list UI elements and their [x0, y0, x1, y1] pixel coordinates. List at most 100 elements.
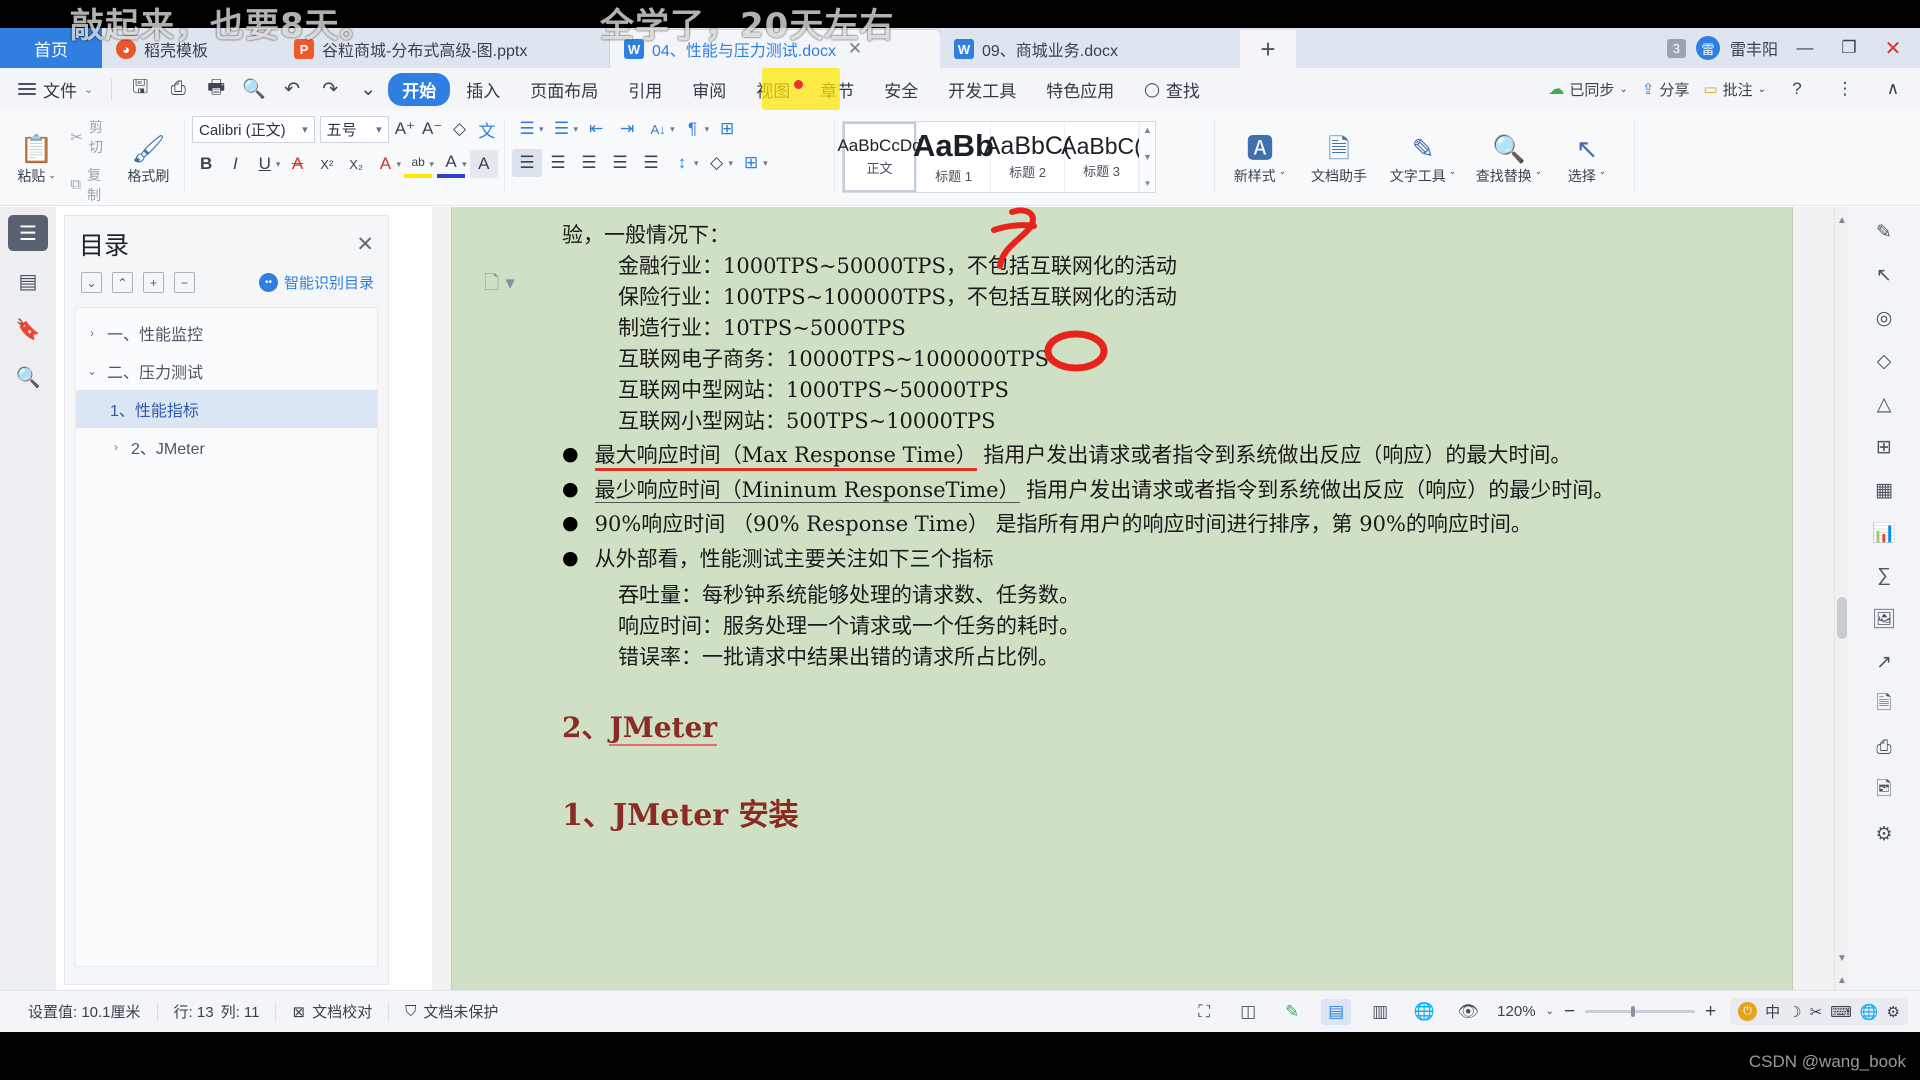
chevron-down-icon[interactable]: ▾	[429, 159, 434, 170]
ribbon-tab-developer-tools[interactable]: 开发工具	[934, 73, 1030, 106]
zoom-level-label[interactable]: 120%	[1497, 1003, 1535, 1020]
chevron-down-icon[interactable]: ▾	[462, 159, 467, 170]
increase-level-icon[interactable]: +	[143, 272, 164, 293]
toc-item-jmeter[interactable]: › 2、JMeter	[76, 428, 377, 466]
align-justify-icon[interactable]: ☰	[605, 149, 635, 177]
outline-pane-icon[interactable]: ☰	[8, 215, 48, 251]
prev-page-icon[interactable]: ▲	[1837, 975, 1847, 986]
copy-button[interactable]: ⧉ 复制	[66, 163, 118, 207]
shapes-icon[interactable]: ◇	[1865, 346, 1903, 376]
style-item-heading-3[interactable]: AaBbC( 标题 3	[1061, 122, 1142, 192]
decrease-indent-icon[interactable]: ⇤	[581, 115, 611, 143]
close-window-button[interactable]: ✕	[1876, 28, 1910, 68]
pinyin-guide-icon[interactable]: 文	[476, 115, 498, 143]
ribbon-tab-review[interactable]: 审阅	[678, 73, 740, 106]
char-shading-icon[interactable]: A	[469, 150, 498, 178]
chart-icon[interactable]: 📊	[1865, 518, 1903, 548]
clear-format-icon[interactable]: ◇	[448, 115, 470, 143]
chevron-down-icon[interactable]: ▾	[705, 124, 710, 135]
line-spacing-icon[interactable]: ↕	[667, 149, 697, 177]
page-view-icon[interactable]: ▤	[1321, 998, 1352, 1025]
document-canvas[interactable]: 🗋 ▾ 验，一般情况下： 金融行业：1000TPS~50000TPS，不包括互联…	[432, 207, 1848, 1032]
scrollbar-thumb[interactable]	[1837, 597, 1847, 639]
smart-toc-button[interactable]: •• 智能识别目录	[258, 272, 374, 293]
fullscreen-icon[interactable]: ⛶	[1189, 999, 1219, 1025]
status-protection-button[interactable]: ⛉ 文档未保护	[389, 1001, 514, 1022]
text-tools-button[interactable]: ✎ 文字工具 ⌄	[1380, 135, 1466, 186]
triangle-icon[interactable]: △	[1865, 389, 1903, 419]
table-gridlines-icon[interactable]: ⊞	[712, 115, 742, 143]
screenshot-icon[interactable]: ⎙	[1865, 733, 1903, 763]
picture-icon[interactable]: 🖼	[1865, 604, 1903, 634]
collapse-all-icon[interactable]: ⌃	[112, 272, 133, 293]
ribbon-tab-references[interactable]: 引用	[614, 73, 676, 106]
font-name-combobox[interactable]: Calibri (正文) ▾	[192, 115, 315, 143]
reading-view-icon[interactable]: ▥	[1365, 999, 1395, 1025]
decrease-level-icon[interactable]: −	[174, 272, 195, 293]
thumbnail-pane-icon[interactable]: ▤	[8, 263, 48, 299]
chevron-down-icon[interactable]: ▾	[397, 159, 402, 170]
share-button[interactable]: ⇪ 分享	[1642, 79, 1690, 100]
ime-settings-icon[interactable]: ⚙	[1887, 1003, 1900, 1021]
more-icon[interactable]: ⋮	[1828, 69, 1862, 109]
doc-assistant-button[interactable]: 🗎 文档助手	[1298, 135, 1380, 186]
cursor-icon[interactable]: ↖	[1865, 260, 1903, 290]
vertical-scrollbar[interactable]: ▲ ▼ ▲ ▼ ◉	[1834, 207, 1848, 1032]
ime-status-bar[interactable]: ⏻ 中 ☽ ✂ ⌨ 🌐 ⚙	[1730, 998, 1908, 1025]
grid-icon[interactable]: ▦	[1865, 475, 1903, 505]
styles-more-icon[interactable]: ▾	[1145, 178, 1150, 189]
settings-icon[interactable]: ⚙	[1865, 819, 1903, 849]
minimize-button[interactable]: —	[1788, 28, 1822, 68]
pen-icon[interactable]: ✎	[1865, 217, 1903, 247]
ribbon-tab-find[interactable]: ◯ 查找	[1130, 73, 1214, 106]
ribbon-tab-featured-apps[interactable]: 特色应用	[1032, 73, 1128, 106]
undo-icon[interactable]: ↶	[274, 74, 310, 104]
ribbon-tab-home[interactable]: 开始	[388, 72, 451, 106]
export-icon[interactable]: ↗	[1865, 647, 1903, 677]
file-menu-button[interactable]: 文件 ⌄	[10, 77, 101, 102]
paste-options-icon[interactable]: 🗋 ▾	[484, 269, 515, 301]
chevron-down-icon[interactable]: ▾	[763, 158, 768, 169]
paragraph-marks-icon[interactable]: ¶	[678, 115, 708, 143]
save-as-icon[interactable]: ⎙	[160, 74, 196, 104]
target-icon[interactable]: ◎	[1865, 303, 1903, 333]
status-proofread-button[interactable]: ⊠ 文档校对	[276, 1001, 388, 1022]
align-center-icon[interactable]: ☰	[543, 149, 573, 177]
save-icon[interactable]: 🖫	[122, 74, 158, 104]
redo-icon[interactable]: ↷	[312, 74, 348, 104]
style-item-heading-2[interactable]: AaBbC( 标题 2	[984, 122, 1071, 192]
style-item-heading-1[interactable]: AaBb 标题 1	[913, 122, 994, 192]
zoom-slider[interactable]	[1585, 1006, 1696, 1017]
text-effects-icon[interactable]: A	[371, 150, 399, 178]
ime-clipboard-icon[interactable]: ✂	[1810, 1003, 1823, 1021]
increase-indent-icon[interactable]: ⇥	[612, 115, 642, 143]
tab-shangcheng-document[interactable]: W 09、商城业务.docx	[940, 30, 1240, 68]
print-preview-icon[interactable]: 🔍	[236, 74, 272, 104]
align-right-icon[interactable]: ☰	[574, 149, 604, 177]
ribbon-tab-security[interactable]: 安全	[870, 73, 932, 106]
strikethrough-icon[interactable]: A	[283, 150, 311, 178]
image-tool-icon[interactable]: 🖻	[1865, 776, 1903, 806]
document-page[interactable]: 🗋 ▾ 验，一般情况下： 金融行业：1000TPS~50000TPS，不包括互联…	[452, 207, 1792, 1032]
distribute-icon[interactable]: ☰	[636, 149, 666, 177]
toc-item-performance-monitoring[interactable]: › 一、性能监控	[76, 314, 377, 352]
style-item-body[interactable]: AaBbCcDd 正文	[837, 122, 922, 192]
cloud-sync-button[interactable]: ☁ 已同步 ⌄	[1548, 79, 1627, 100]
bullet-list-icon[interactable]: ☰	[512, 115, 542, 143]
ime-keyboard-icon[interactable]: ⌨	[1830, 1003, 1852, 1021]
format-painter-button[interactable]: 🖌 格式刷	[119, 115, 178, 206]
chevron-down-icon[interactable]: ▾	[670, 124, 675, 135]
user-name[interactable]: 雷丰阳	[1730, 36, 1778, 60]
restore-button[interactable]: ❐	[1832, 28, 1866, 68]
notification-badge[interactable]: 3	[1666, 38, 1686, 58]
bookmark-pane-icon[interactable]: 🔖	[8, 311, 48, 347]
chevron-down-icon[interactable]: ▾	[729, 158, 734, 169]
styles-gallery-scrollbar[interactable]: ▲ ▼ ▾	[1139, 122, 1155, 192]
print-icon[interactable]: 🖶	[198, 74, 234, 104]
chevron-down-icon[interactable]: ⌄	[1546, 1006, 1554, 1017]
comment-button[interactable]: ▭ 批注 ⌄	[1703, 79, 1766, 100]
font-color-icon[interactable]: A	[436, 150, 466, 178]
chevron-down-icon[interactable]: ▾	[276, 159, 281, 170]
font-size-combobox[interactable]: 五号 ▾	[319, 115, 389, 143]
bold-icon[interactable]: B	[192, 150, 220, 178]
